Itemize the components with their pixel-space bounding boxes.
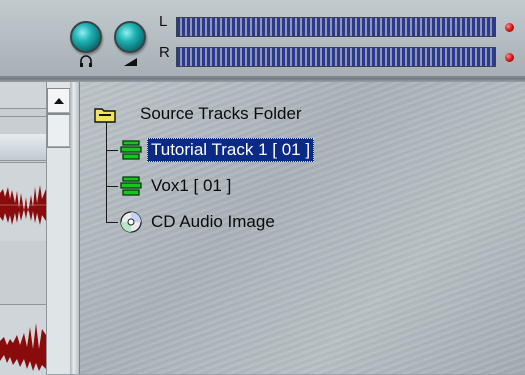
waveform-lane-2[interactable] <box>0 304 46 375</box>
left-level-meter <box>176 17 496 37</box>
headphone-volume-knob[interactable] <box>70 21 102 53</box>
left-clip-led[interactable] <box>505 23 514 32</box>
tree-connector-branch-3 <box>106 222 118 223</box>
waveform-clip-2 <box>0 323 46 371</box>
headphones-icon <box>80 55 92 67</box>
left-channel-label: L <box>159 13 168 30</box>
master-volume-knob[interactable] <box>114 21 146 53</box>
tree-item-tutorial-track-1[interactable]: Tutorial Track 1 [ 01 ] <box>119 135 315 165</box>
tree-item-cd-audio-image[interactable]: CD Audio Image <box>119 207 279 237</box>
scroll-thumb[interactable] <box>47 114 71 148</box>
volume-ramp-icon <box>124 58 137 66</box>
track-waveform-pane <box>0 82 78 375</box>
tree-connector-vertical <box>106 122 107 222</box>
arrow-up-icon <box>54 98 64 104</box>
right-channel-label: R <box>159 44 170 61</box>
right-level-meter <box>176 47 496 67</box>
folder-icon <box>94 108 116 123</box>
track-header-strip[interactable] <box>0 134 46 161</box>
track-lane-top[interactable] <box>0 82 46 117</box>
tree-item-label: CD Audio Image <box>151 212 275 231</box>
right-clip-led[interactable] <box>505 53 514 62</box>
folder-label: Source Tracks Folder <box>140 104 302 123</box>
audio-track-icon <box>120 140 142 160</box>
tree-connector-branch-1 <box>106 150 118 151</box>
tree-folder-row[interactable]: Source Tracks Folder <box>94 99 306 129</box>
meter-bar: L R <box>0 0 525 78</box>
tree-item-label: Vox1 [ 01 ] <box>151 176 232 195</box>
cd-icon <box>120 211 142 233</box>
tree-connector-branch-2 <box>106 186 118 187</box>
tree-item-label: Tutorial Track 1 [ 01 ] <box>147 138 315 162</box>
waveform-lane-1[interactable] <box>0 162 46 241</box>
scroll-up-button[interactable] <box>47 88 71 114</box>
pane-splitter[interactable] <box>70 82 79 374</box>
tree-item-vox1[interactable]: Vox1 [ 01 ] <box>119 171 235 201</box>
vertical-scrollbar[interactable] <box>46 82 71 374</box>
waveform-clip-1 <box>0 185 46 225</box>
source-tracks-tree: Source Tracks Folder Tutorial Track 1 [ … <box>79 82 525 374</box>
audio-track-icon <box>120 176 142 196</box>
